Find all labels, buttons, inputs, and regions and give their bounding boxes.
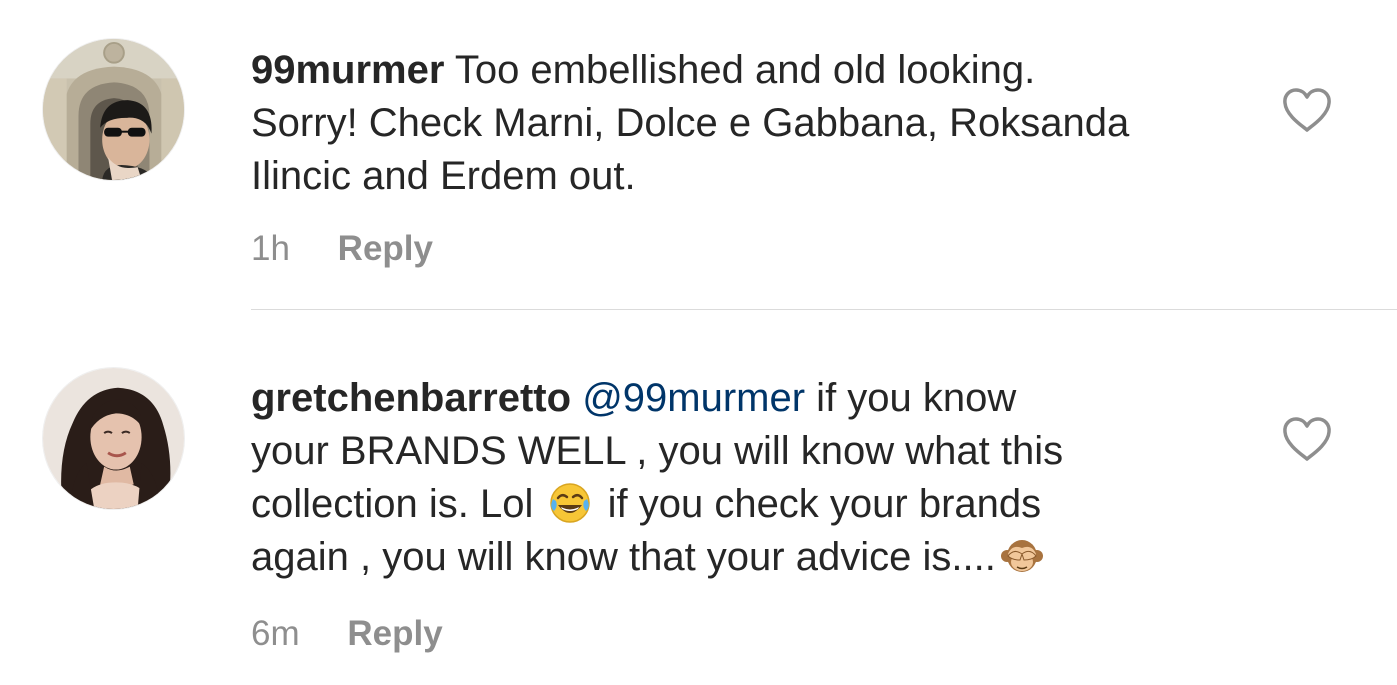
comment-timestamp: 6m	[251, 614, 300, 653]
reply-button[interactable]: Reply	[347, 614, 442, 653]
comment-text-line: collection is. Lol	[251, 482, 545, 526]
heart-outline-icon	[1283, 88, 1331, 132]
avatar[interactable]	[42, 38, 185, 181]
mention-link[interactable]: @99murmer	[582, 376, 805, 420]
comment-text-line: Ilincic and Erdem out.	[251, 154, 636, 198]
profile-photo-icon	[43, 39, 184, 180]
comment-text-line: again , you will know that your advice i…	[251, 535, 996, 579]
comment-meta: 1h Reply	[251, 229, 433, 269]
comment-timestamp: 1h	[251, 229, 290, 268]
comment-item: 99murmer Too embellished and old looking…	[0, 0, 1397, 310]
like-button[interactable]	[1282, 416, 1332, 462]
comment-text-line: your BRANDS WELL , you will know what th…	[251, 429, 1064, 473]
comment-text-line: if you know	[805, 376, 1017, 420]
comment-item: gretchenbarretto @99murmer if you know y…	[0, 311, 1397, 685]
heart-outline-icon	[1283, 417, 1331, 461]
comment-username[interactable]: 99murmer	[251, 48, 444, 92]
comment-text: 99murmer Too embellished and old looking…	[251, 44, 1241, 203]
tears-of-joy-emoji-icon	[548, 481, 592, 525]
profile-photo-icon	[43, 368, 184, 509]
comment-text: gretchenbarretto @99murmer if you know y…	[251, 372, 1241, 584]
comment-text-line: Sorry! Check Marni, Dolce e Gabbana, Rok…	[251, 101, 1130, 145]
comment-text-line: Too embellished and old looking.	[454, 48, 1036, 92]
comment-text-line: if you check your brands	[596, 482, 1042, 526]
see-no-evil-monkey-emoji-icon	[1000, 534, 1044, 578]
comment-username[interactable]: gretchenbarretto	[251, 376, 571, 420]
avatar[interactable]	[42, 367, 185, 510]
comment-meta: 6m Reply	[251, 614, 443, 654]
comment-divider	[251, 309, 1397, 310]
reply-button[interactable]: Reply	[338, 229, 433, 268]
like-button[interactable]	[1282, 87, 1332, 133]
